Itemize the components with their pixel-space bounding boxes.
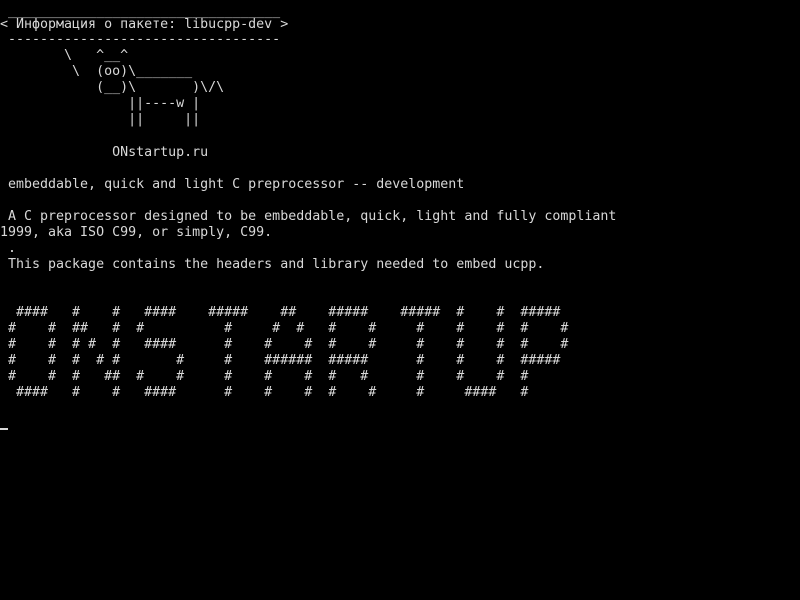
site-name: ONstartup.ru [0, 145, 209, 160]
banner-line: # # ## # # # # # # # # # # # # [0, 321, 569, 336]
banner-line: #### # # #### ##### ## ##### ##### # # #… [0, 305, 561, 320]
cow-art-line: \ (oo)\_______ [0, 64, 193, 79]
package-description-line: This package contains the headers and li… [0, 257, 545, 272]
cowsay-border-bottom: ---------------------------------- [0, 32, 281, 47]
banner-line: # # # # # #### # # # # # # # # # # [0, 337, 569, 352]
cow-art-line: \ ^__^ [0, 48, 129, 63]
package-description-short: embeddable, quick and light C preprocess… [0, 177, 465, 192]
package-description-line: . [0, 241, 17, 256]
cow-art-line: (__)\ )\/\ [0, 80, 225, 95]
banner-line: # # # # # # # ###### ##### # # # ##### [0, 353, 561, 368]
cowsay-message: < Информация о пакете: libucpp-dev > [0, 17, 289, 32]
text-cursor [0, 428, 8, 430]
terminal-screen[interactable]: __________________________________ < Инф… [0, 0, 800, 600]
cow-art-line: ||----w | [0, 96, 201, 111]
banner-line: # # # ## # # # # # # # # # # # [0, 369, 529, 384]
cow-art-line: || || [0, 112, 201, 127]
banner-line: #### # # #### # # # # # # #### # [0, 385, 529, 400]
package-description-line: 1999, aka ISO C99, or simply, C99. [0, 225, 273, 240]
package-description-line: A C preprocessor designed to be embeddab… [0, 209, 617, 224]
